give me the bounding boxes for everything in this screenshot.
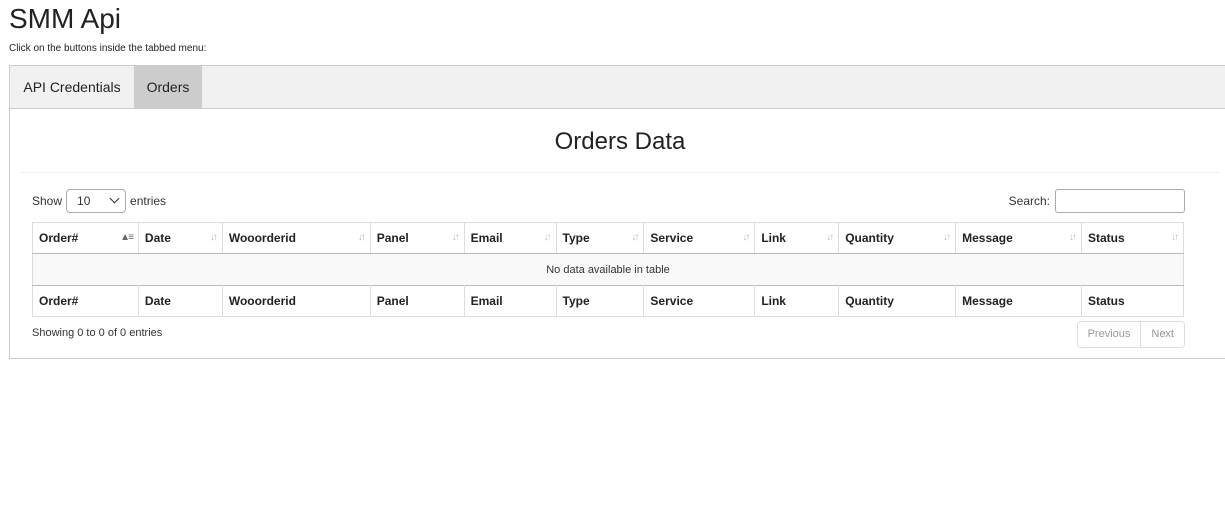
orders-table: Order# ▲≡ Date ↓↑ Wooorderid ↓↑ Panel ↓↑ Ema… (32, 222, 1184, 317)
sort-icon: ↓↑ (209, 232, 218, 243)
sort-icon: ↓↑ (742, 232, 750, 243)
column-header-type[interactable]: Type ↓↑ (556, 222, 645, 254)
table-footer-row: Order# Date Wooorderid Panel Email Type … (32, 285, 1184, 317)
column-header-panel[interactable]: Panel ↓↑ (370, 222, 465, 254)
sort-icon: ↓↑ (1171, 232, 1179, 243)
column-footer-date: Date (138, 285, 223, 317)
column-header-service[interactable]: Service ↓↑ (643, 222, 756, 254)
orders-heading: Orders Data (554, 128, 686, 155)
pagination: Previous Next (1076, 321, 1185, 348)
previous-page-button[interactable]: Previous (1077, 322, 1141, 347)
sort-icon: ↓↑ (631, 232, 639, 243)
column-footer-service: Service (643, 285, 756, 317)
sort-icon: ↓↑ (943, 232, 951, 243)
page-subtitle: Click on the buttons inside the tabbed m… (9, 43, 207, 54)
sort-ascending-icon: ▲≡ (120, 232, 134, 243)
length-select-value: 10 (77, 194, 91, 208)
tab-bar: API Credentials Orders (10, 66, 1225, 109)
column-footer-email: Email (464, 285, 557, 317)
length-suffix: entries (130, 194, 167, 208)
column-footer-message: Message (955, 285, 1082, 317)
tab-orders[interactable]: Orders (134, 66, 202, 108)
sort-icon: ↓↑ (357, 232, 366, 243)
column-footer-status: Status (1081, 285, 1184, 317)
sort-icon: ↓↑ (1069, 232, 1077, 243)
column-footer-quantity: Quantity (838, 285, 957, 317)
search-control: Search: (1009, 189, 1185, 213)
tab-panel: API Credentials Orders Orders Data Show … (9, 65, 1225, 359)
column-header-email[interactable]: Email ↓↑ (464, 222, 557, 254)
entries-length-select[interactable]: 10 (66, 189, 127, 213)
column-header-date[interactable]: Date ↓↑ (138, 222, 223, 254)
sort-icon: ↓↑ (451, 232, 460, 243)
column-header-wooorderid[interactable]: Wooorderid ↓↑ (222, 222, 371, 254)
column-header-link[interactable]: Link ↓↑ (754, 222, 840, 254)
heading-divider (20, 172, 1220, 173)
sort-icon: ↓↑ (826, 232, 834, 243)
column-header-order[interactable]: Order# ▲≡ (32, 222, 139, 254)
chevron-down-icon (109, 193, 120, 204)
length-prefix: Show (32, 194, 63, 208)
table-row-empty: No data available in table (32, 253, 1184, 286)
empty-table-message: No data available in table (32, 253, 1184, 286)
table-info: Showing 0 to 0 of 0 entries (32, 327, 163, 339)
column-header-message[interactable]: Message ↓↑ (955, 222, 1082, 254)
sort-icon: ↓↑ (543, 232, 552, 243)
column-footer-wooorderid: Wooorderid (222, 285, 371, 317)
column-footer-panel: Panel (370, 285, 465, 317)
next-page-button[interactable]: Next (1140, 322, 1184, 347)
table-header-row: Order# ▲≡ Date ↓↑ Wooorderid ↓↑ Panel ↓↑ Ema… (32, 222, 1184, 254)
column-footer-link: Link (754, 285, 840, 317)
tab-api-credentials[interactable]: API Credentials (10, 66, 134, 108)
column-header-quantity[interactable]: Quantity ↓↑ (838, 222, 957, 254)
page-title: SMM Api (9, 3, 122, 34)
column-footer-type: Type (556, 285, 645, 317)
search-input[interactable] (1055, 189, 1185, 213)
entries-length-control: Show 10 entries (32, 189, 166, 213)
column-footer-order: Order# (32, 285, 139, 317)
column-header-status[interactable]: Status ↓↑ (1081, 222, 1184, 254)
search-label: Search: (1008, 194, 1050, 208)
